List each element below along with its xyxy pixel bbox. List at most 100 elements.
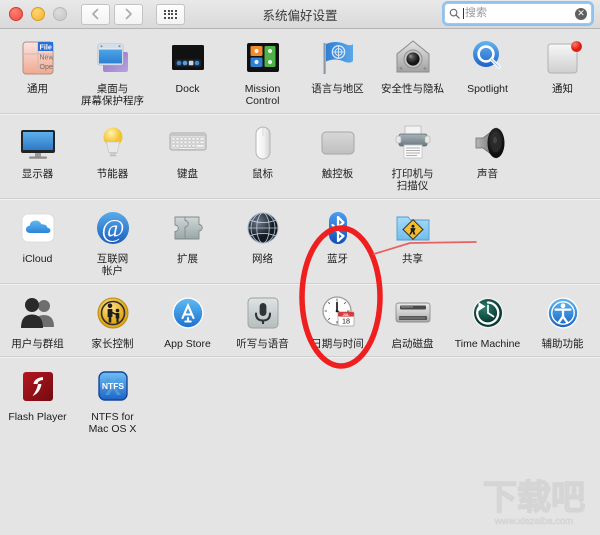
pane-trackpad[interactable]: 触控板 [300, 121, 375, 198]
flash-player-icon [16, 364, 60, 408]
pane-icloud[interactable]: iCloud [0, 206, 75, 283]
pane-row-internet: iCloud @ 互联网 帐户 扩展 网络 蓝牙 共享 [0, 199, 600, 284]
chevron-left-icon [92, 8, 99, 20]
forward-button[interactable] [114, 3, 143, 25]
icloud-icon [16, 206, 60, 250]
keyboard-icon [166, 121, 210, 165]
pane-sharing[interactable]: 共享 [375, 206, 450, 283]
search-icon [449, 8, 460, 19]
pane-security-privacy[interactable]: 安全性与隐私 [375, 36, 450, 113]
general-icon: File New Ope [16, 36, 60, 80]
pane-label: Time Machine [454, 338, 521, 350]
pane-label: 蓝牙 [327, 253, 348, 265]
show-all-button[interactable] [156, 3, 185, 25]
system-preferences-window: 系统偏好设置 搜索 ✕ File New Ope 通用 桌面与 屏幕保护程序 D… [0, 0, 600, 535]
pane-extensions[interactable]: 扩展 [150, 206, 225, 283]
pane-keyboard[interactable]: 键盘 [150, 121, 225, 198]
pane-label: 通知 [552, 83, 573, 95]
speaker-icon [466, 121, 510, 165]
pane-accessibility[interactable]: 辅助功能 [525, 291, 600, 356]
pane-label: Mission Control [244, 83, 281, 107]
pane-label: iCloud [22, 253, 53, 265]
pane-label: 桌面与 屏幕保护程序 [81, 83, 144, 107]
display-icon [16, 121, 60, 165]
time-machine-icon [466, 291, 510, 335]
pane-energy-saver[interactable]: 节能器 [75, 121, 150, 198]
grid-dots-icon [164, 9, 177, 19]
pane-parental-controls[interactable]: 家长控制 [75, 291, 150, 356]
svg-text:Ope: Ope [39, 64, 52, 71]
security-icon [391, 36, 435, 80]
search-input[interactable]: 搜索 ✕ [444, 3, 592, 24]
pane-row-system: 用户与群组 家长控制 App Store 听写与语音 JUL 18 日期与时间 … [0, 284, 600, 357]
svg-text:@: @ [101, 216, 124, 243]
desktop-icon [91, 36, 135, 80]
pane-label: 打印机与 扫描仪 [391, 168, 434, 192]
pane-label: 听写与语音 [236, 338, 289, 350]
pane-empty-slot [525, 364, 600, 441]
svg-text:New: New [39, 54, 54, 61]
window-titlebar: 系统偏好设置 搜索 ✕ [0, 0, 600, 29]
pane-dictation-speech[interactable]: 听写与语音 [225, 291, 300, 356]
pane-row-other: Flash Player X NTFS NTFS for Mac OS X [0, 357, 600, 441]
pane-internet-accounts[interactable]: @ 互联网 帐户 [75, 206, 150, 283]
mouse-icon [241, 121, 285, 165]
close-button[interactable] [9, 7, 23, 21]
pane-printers-scanners[interactable]: 打印机与 扫描仪 [375, 121, 450, 198]
pane-spotlight[interactable]: Spotlight [450, 36, 525, 113]
pane-bluetooth[interactable]: 蓝牙 [300, 206, 375, 283]
pane-label: Dock [175, 83, 200, 95]
pane-startup-disk[interactable]: 启动磁盘 [375, 291, 450, 356]
calendar-day: 18 [342, 317, 350, 326]
pane-label: Spotlight [467, 83, 508, 95]
minimize-button[interactable] [31, 7, 45, 21]
trackpad-icon [316, 121, 360, 165]
pane-label: 辅助功能 [541, 338, 584, 350]
clear-search-icon[interactable]: ✕ [575, 7, 587, 20]
pane-general[interactable]: File New Ope 通用 [0, 36, 75, 113]
pane-mouse[interactable]: 鼠标 [225, 121, 300, 198]
pane-label: 扩展 [177, 253, 198, 265]
pane-label: 语言与地区 [311, 83, 364, 95]
search-field-container[interactable]: 搜索 ✕ [442, 1, 594, 26]
preference-panes-grid: File New Ope 通用 桌面与 屏幕保护程序 Dock Mission … [0, 29, 600, 535]
globe-icon [241, 206, 285, 250]
pane-label: 安全性与隐私 [381, 83, 444, 95]
spotlight-icon [466, 36, 510, 80]
pane-label: 节能器 [96, 168, 129, 180]
pane-label: 显示器 [21, 168, 54, 180]
pane-label: 日期与时间 [311, 338, 364, 350]
pane-displays[interactable]: 显示器 [0, 121, 75, 198]
sharing-folder-icon [391, 206, 435, 250]
search-placeholder: 搜索 [465, 7, 487, 19]
bluetooth-icon [316, 206, 360, 250]
pane-dock[interactable]: Dock [150, 36, 225, 113]
pane-sound[interactable]: 声音 [450, 121, 525, 198]
pane-app-store[interactable]: App Store [150, 291, 225, 356]
clock-icon: JUL 18 [316, 291, 360, 335]
parental-controls-icon [91, 291, 135, 335]
zoom-button[interactable] [53, 7, 67, 21]
pane-empty-slot [525, 206, 600, 283]
pane-desktop-screensaver[interactable]: 桌面与 屏幕保护程序 [75, 36, 150, 113]
pane-network[interactable]: 网络 [225, 206, 300, 283]
pane-row-hardware: 显示器 节能器 键盘 鼠标 触控板 打印机与 扫描仪 声音 [0, 114, 600, 199]
pane-users-groups[interactable]: 用户与群组 [0, 291, 75, 356]
chevron-right-icon [125, 8, 132, 20]
pane-label: 键盘 [177, 168, 198, 180]
pane-empty-slot [375, 364, 450, 441]
navigation-button-group [81, 3, 143, 25]
pane-language-region[interactable]: 语言与地区 [300, 36, 375, 113]
pane-label: NTFS for Mac OS X [88, 411, 137, 435]
pane-flash-player[interactable]: Flash Player [0, 364, 75, 441]
printer-icon [391, 121, 435, 165]
text-caret [463, 8, 464, 19]
back-button[interactable] [81, 3, 110, 25]
pane-mission-control[interactable]: Mission Control [225, 36, 300, 113]
pane-date-time[interactable]: JUL 18 日期与时间 [300, 291, 375, 356]
pane-time-machine[interactable]: Time Machine [450, 291, 525, 356]
pane-label: 共享 [402, 253, 423, 265]
pane-ntfs-for-mac[interactable]: X NTFS NTFS for Mac OS X [75, 364, 150, 441]
ntfs-icon: X NTFS [91, 364, 135, 408]
pane-notifications[interactable]: 通知 [525, 36, 600, 113]
